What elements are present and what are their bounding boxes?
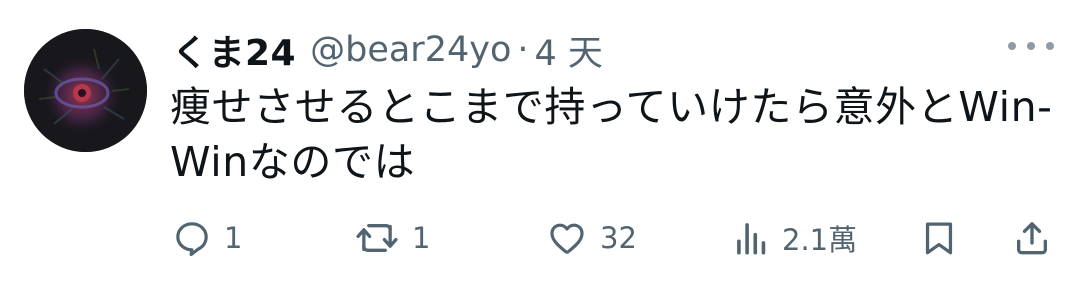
more-dot — [1027, 42, 1035, 50]
like-button[interactable]: 32 — [546, 213, 637, 263]
action-bar: 1 1 32 2.1萬 — [0, 213, 1080, 263]
user-handle[interactable]: @bear24yo — [310, 30, 511, 70]
bookmark-icon — [925, 222, 953, 255]
timestamp[interactable]: 4 天 — [535, 25, 603, 76]
more-horizontal-icon[interactable] — [1008, 34, 1054, 58]
views-chart-icon — [737, 223, 766, 255]
retweet-button[interactable]: 1 — [354, 213, 430, 263]
tweet[interactable]: くま24 @bear24yo · 4 天 痩せさせるとこまで持っていけたら意外と… — [0, 0, 1080, 283]
heart-icon — [550, 223, 584, 254]
avatar[interactable] — [24, 29, 147, 152]
views-button[interactable]: 2.1萬 — [734, 213, 857, 263]
reply-button[interactable]: 1 — [172, 213, 242, 263]
like-count: 32 — [600, 221, 637, 255]
reply-icon — [176, 222, 208, 257]
avatar-image — [24, 29, 147, 152]
display-name[interactable]: くま24 — [172, 24, 296, 76]
share-button[interactable] — [1012, 213, 1052, 263]
views-count: 2.1萬 — [782, 223, 858, 257]
share-icon — [1017, 222, 1047, 255]
retweet-count: 1 — [412, 221, 431, 255]
tweet-text: 痩せさせるとこまで持っていけたら意外とWin-Winなのでは — [170, 83, 1053, 186]
bookmark-button[interactable] — [921, 213, 957, 263]
more-dot — [1046, 42, 1054, 50]
more-dot — [1008, 42, 1016, 50]
separator-dot: · — [517, 30, 529, 70]
retweet-icon — [356, 224, 398, 252]
reply-count: 1 — [224, 221, 243, 255]
tweet-header: くま24 @bear24yo · 4 天 — [172, 24, 603, 76]
